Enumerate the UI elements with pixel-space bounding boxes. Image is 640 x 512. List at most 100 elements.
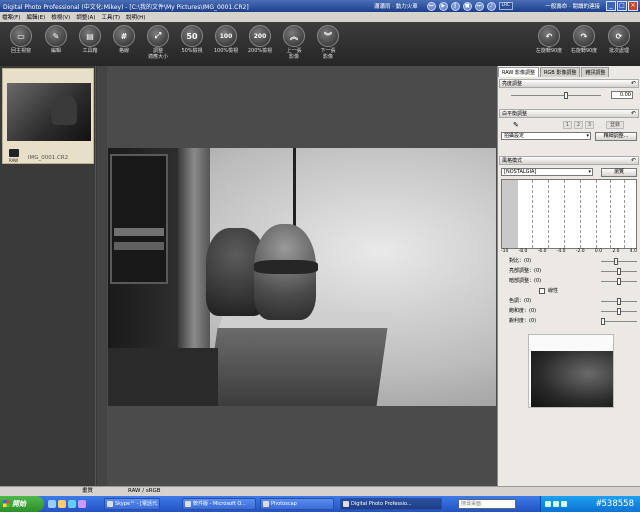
wb-register-button[interactable]: 登錄	[606, 121, 624, 129]
navigator-preview[interactable]	[528, 334, 614, 408]
sharpness-slider[interactable]	[601, 321, 637, 322]
task-word[interactable]: 軟件版 - Microsoft O...	[182, 498, 256, 510]
saturation-knob[interactable]	[617, 308, 621, 315]
eyedropper-icon[interactable]: ✎	[513, 121, 519, 130]
batch-button[interactable]: ⟳ 批次處理	[600, 25, 638, 54]
main-window-button[interactable]: ▭ 回主視窗	[2, 25, 40, 54]
tab-raw-adjust[interactable]: RAW 影像調整	[498, 67, 539, 77]
axis-tick: 2.0	[612, 249, 620, 254]
batch-label: 批次處理	[608, 48, 629, 54]
tool-palette-button[interactable]: ▤ 工具箱	[71, 25, 109, 54]
quicklaunch-folder-icon[interactable]	[58, 500, 66, 508]
close-button[interactable]: ×	[628, 1, 638, 11]
image-viewer[interactable]	[107, 66, 497, 486]
shadow-knob[interactable]	[617, 278, 621, 285]
highlight-label: 亮部調整：(0)	[509, 268, 542, 274]
fit-button[interactable]: ⤢ 調整 適應大小	[139, 25, 177, 60]
minimize-button[interactable]: _	[606, 1, 616, 11]
main-photo	[108, 148, 496, 406]
zoom-200-label: 200%檢視	[247, 48, 273, 54]
start-button[interactable]: 開始	[0, 496, 44, 512]
taskbar: 開始 Skype™ - [電話元... 軟件版 - Microsoft O...…	[0, 496, 640, 512]
menu-edit[interactable]: 編輯(E)	[26, 13, 45, 21]
media-next-icon[interactable]: ⏭	[474, 1, 484, 11]
tool-palette-label: 工具箱	[82, 48, 98, 54]
task-skype[interactable]: Skype™ - [電話元...	[104, 498, 160, 510]
tray-security-icon[interactable]	[561, 501, 567, 507]
toolbar: ▭ 回主視窗 ✎ 編輯 ▤ 工具箱 # 格線 ⤢ 調整 適應大小 50 50%檢…	[0, 22, 640, 66]
desktop-search-input[interactable]: 搜尋桌面	[458, 499, 516, 509]
task-photoscape[interactable]: Photoscap	[260, 498, 334, 510]
contrast-label: 對比：(0)	[509, 258, 532, 264]
rotate-left-button[interactable]: ↶ 左旋轉90度	[530, 25, 568, 54]
white-balance-select[interactable]: 拍攝設定	[501, 132, 591, 140]
tray-network-icon[interactable]	[545, 501, 551, 507]
tab-rgb-adjust[interactable]: RGB 影像調整	[539, 67, 581, 77]
linear-checkbox[interactable]	[539, 288, 545, 294]
color-tone-row: 色調：(0)	[501, 297, 637, 306]
picture-style-reset-icon[interactable]: ↶	[631, 157, 636, 165]
brightness-title: 亮度調整	[502, 81, 523, 87]
axis-tick: 0.0	[594, 249, 603, 254]
highlight-knob[interactable]	[617, 268, 621, 275]
tray-volume-icon[interactable]	[553, 501, 559, 507]
system-tray: #538558	[540, 496, 640, 512]
browse-button[interactable]: 瀏覽	[601, 168, 637, 177]
media-play-icon[interactable]: ▶	[438, 1, 448, 11]
brightness-value[interactable]: 0.00	[611, 91, 633, 99]
wb-slot-3[interactable]: 3	[585, 121, 594, 129]
contrast-knob[interactable]	[613, 258, 618, 265]
zoom-100-button[interactable]: 100 100%檢視	[207, 25, 245, 54]
media-pause-icon[interactable]: ‖	[450, 1, 460, 11]
tone-curve-shade	[502, 180, 518, 248]
quicklaunch-desktop-icon[interactable]	[68, 500, 76, 508]
sharpness-knob[interactable]	[601, 318, 605, 325]
menu-view[interactable]: 檢視(V)	[51, 13, 70, 21]
picture-style-select[interactable]: [NOSTALGIA]	[501, 168, 593, 176]
menu-tools[interactable]: 工具(T)	[101, 13, 120, 21]
panel-splitter[interactable]	[97, 66, 107, 486]
white-balance-reset-icon[interactable]: ↶	[631, 110, 636, 118]
menu-help[interactable]: 說明(H)	[126, 13, 145, 21]
media-prev-icon[interactable]: ⏮	[426, 1, 436, 11]
menu-file[interactable]: 檔案(F)	[2, 13, 20, 21]
zoom-200-button[interactable]: 200 200%檢視	[241, 25, 279, 54]
picture-style-title: 風格模式	[502, 158, 523, 164]
grid-button[interactable]: # 格線	[105, 25, 143, 54]
zoom-50-label: 50%檢視	[181, 48, 203, 54]
zoom-50-button[interactable]: 50 50%檢視	[173, 25, 211, 54]
status-bar: 畫質 RAW / sRGB	[0, 486, 640, 496]
navigator-image	[531, 351, 613, 407]
fine-tune-button[interactable]: 精細調整...	[595, 132, 637, 141]
axis-tick: -4.0	[556, 249, 566, 254]
brightness-knob[interactable]	[564, 92, 568, 99]
next-image-button[interactable]: ︾ 下一張 影像	[309, 25, 347, 60]
thumbnail-item[interactable]: RAW IMG_0001.CR2	[2, 68, 94, 164]
sharpness-row: 銳利度：(0)	[501, 317, 637, 326]
color-tone-knob[interactable]	[617, 298, 621, 305]
thumbnail-panel: RAW IMG_0001.CR2	[0, 66, 96, 486]
lyrics-toggle[interactable]: LRC	[498, 2, 513, 10]
contrast-slider[interactable]	[601, 261, 637, 262]
rotate-right-button[interactable]: ↷ 右旋轉90度	[565, 25, 603, 54]
tab-noise[interactable]: 雜訊調整	[581, 67, 610, 77]
media-stop-icon[interactable]: ■	[462, 1, 472, 11]
title-bar: Digital Photo Professional (中文化:Mikey) -…	[0, 0, 640, 12]
wb-slot-2[interactable]: 2	[574, 121, 583, 129]
brightness-slider[interactable]	[511, 95, 601, 96]
maximize-button[interactable]: □	[617, 1, 627, 11]
task-dpp[interactable]: Digital Photo Professio...	[340, 498, 442, 510]
prev-image-button[interactable]: ︽ 上一張 影像	[275, 25, 313, 60]
quicklaunch-media-icon[interactable]	[78, 500, 86, 508]
media-volume-icon[interactable]: ♪	[486, 1, 496, 11]
tone-curve-graph[interactable]	[501, 179, 637, 249]
wb-slot-1[interactable]: 1	[563, 121, 572, 129]
thumbnail-filename: IMG_0001.CR2	[27, 155, 69, 161]
menu-adjust[interactable]: 調整(A)	[76, 13, 95, 21]
quicklaunch-ie-icon[interactable]	[48, 500, 56, 508]
brightness-reset-icon[interactable]: ↶	[631, 80, 636, 88]
prev-image-label: 上一張 影像	[286, 48, 302, 60]
edit-button[interactable]: ✎ 編輯	[37, 25, 75, 54]
shadow-label: 暗部調整：(0)	[509, 278, 542, 284]
brightness-row: 0.00	[501, 91, 637, 100]
